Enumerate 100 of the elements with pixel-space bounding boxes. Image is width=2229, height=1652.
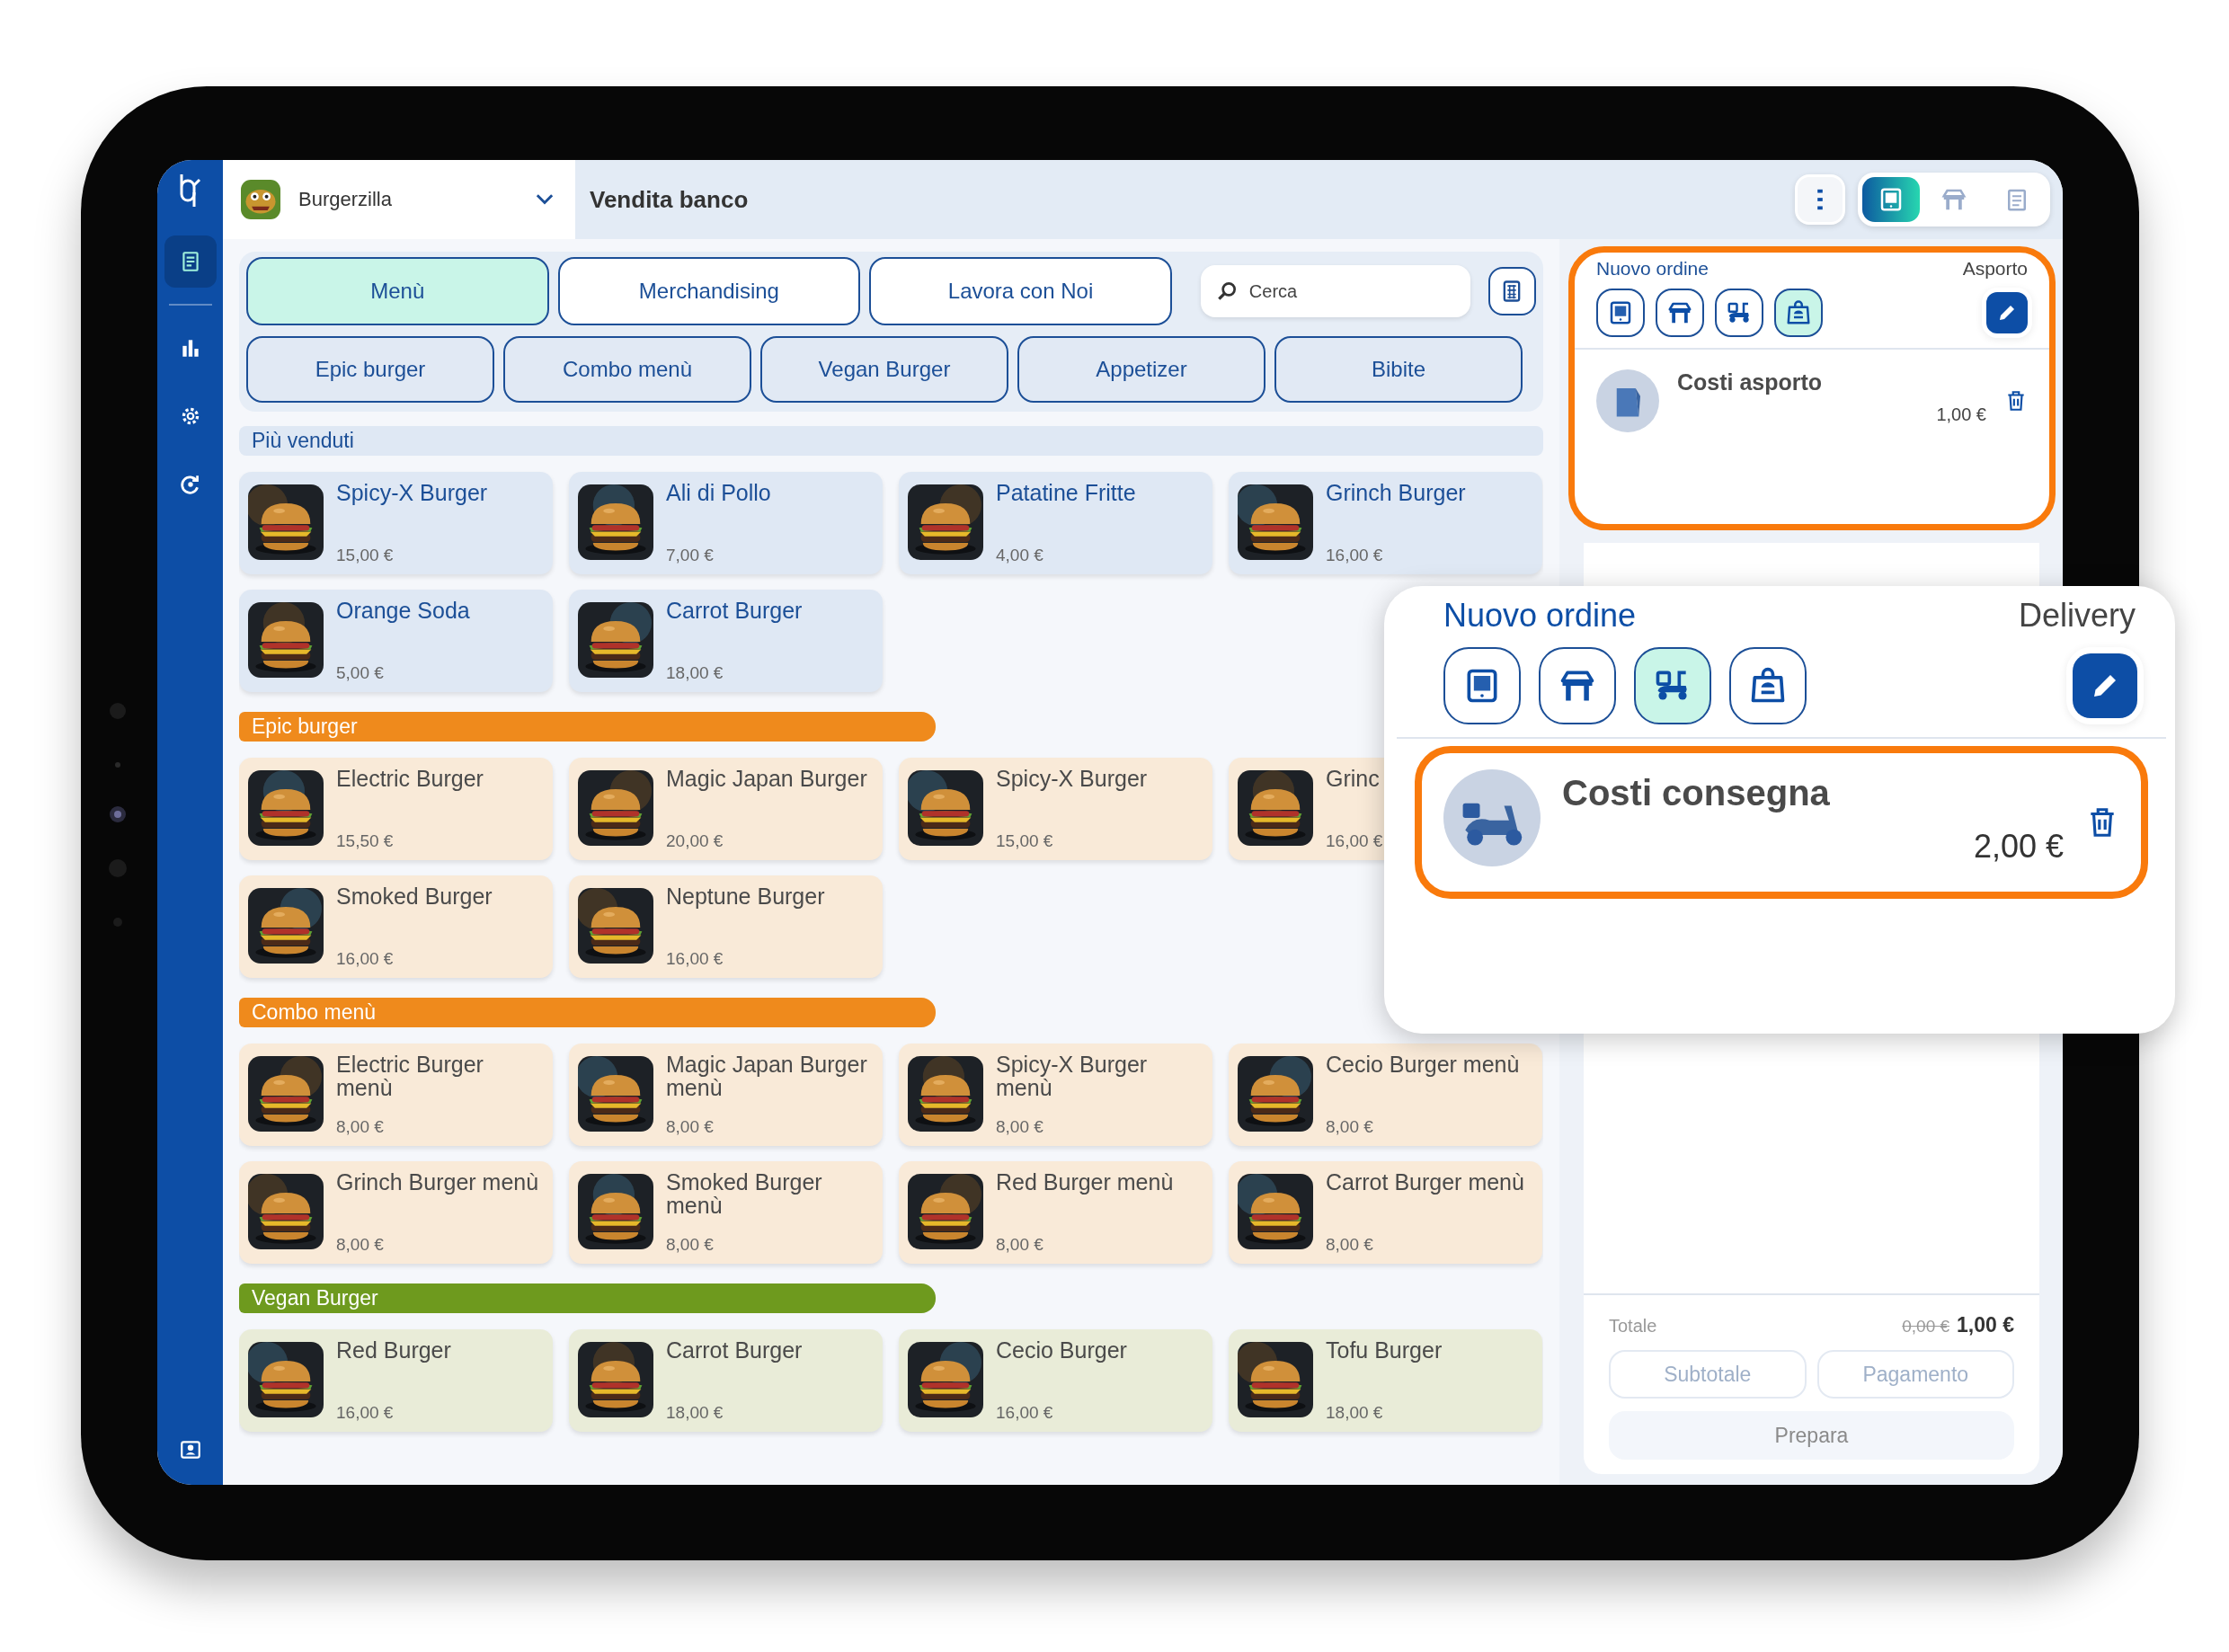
menu-button[interactable] xyxy=(1795,174,1845,225)
shopping-bag-icon xyxy=(1785,299,1812,326)
order-item-price: 1,00 € xyxy=(1936,404,1986,425)
order-type-button[interactable] xyxy=(1634,647,1711,724)
product-price: 20,00 € xyxy=(666,831,724,851)
product-name: Cecio Burger xyxy=(996,1338,1128,1363)
order-type-button[interactable] xyxy=(1715,289,1763,337)
category-tab[interactable]: Bibite xyxy=(1274,336,1523,403)
product-name: Grinc xyxy=(1326,767,1381,791)
product-price: 5,00 € xyxy=(336,663,385,683)
order-type-button[interactable] xyxy=(1656,289,1704,337)
product-card[interactable]: Tofu Burger 18,00 € xyxy=(1229,1329,1542,1432)
product-name: Spicy-X Burger xyxy=(336,481,489,505)
product-card[interactable]: Smoked Burger 16,00 € xyxy=(239,875,553,978)
product-card[interactable]: Carrot Burger menù 8,00 € xyxy=(1229,1161,1542,1264)
product-name: Cecio Burger menù xyxy=(1326,1052,1521,1077)
order-type-button[interactable] xyxy=(1729,647,1807,724)
product-price: 15,00 € xyxy=(996,831,1054,851)
product-price: 15,50 € xyxy=(336,831,395,851)
product-name: Carrot Burger xyxy=(666,1338,804,1363)
product-card[interactable]: Cecio Burger 16,00 € xyxy=(899,1329,1212,1432)
product-card[interactable]: Cecio Burger menù 8,00 € xyxy=(1229,1044,1542,1146)
product-name: Carrot Burger xyxy=(666,599,804,623)
product-price: 8,00 € xyxy=(1326,1235,1374,1255)
product-price: 16,00 € xyxy=(666,949,724,969)
product-name: Electric Burger menù xyxy=(336,1052,484,1100)
product-card[interactable]: Red Burger 16,00 € xyxy=(239,1329,553,1432)
product-card[interactable]: Orange Soda 5,00 € xyxy=(239,590,553,692)
product-price: 16,00 € xyxy=(1326,831,1384,851)
order-type-button[interactable] xyxy=(1774,289,1823,337)
old-total: 0,00 € xyxy=(1902,1317,1950,1337)
order-item-name: Costi consegna xyxy=(1562,773,1831,813)
product-name: Magic Japan Burger menù xyxy=(666,1052,868,1100)
menu-tab[interactable]: Merchandising xyxy=(557,257,861,325)
product-card[interactable]: Patatine Fritte 4,00 € xyxy=(899,472,1212,574)
product-price: 8,00 € xyxy=(996,1235,1044,1255)
page-title: Vendita banco xyxy=(590,185,750,214)
product-name: Orange Soda xyxy=(336,599,471,623)
order-item-name: Costi asporto xyxy=(1677,369,1824,395)
product-name: Grinch Burger menù xyxy=(336,1170,540,1195)
user-card-icon[interactable] xyxy=(178,1438,202,1461)
product-name: Ali di Pollo xyxy=(666,481,772,505)
product-card[interactable]: Red Burger menù 8,00 € xyxy=(899,1161,1212,1264)
product-name: Patatine Fritte xyxy=(996,481,1137,505)
product-name: Smoked Burger menù xyxy=(666,1170,823,1218)
shopping-bag-icon xyxy=(1596,369,1659,432)
product-card[interactable]: Electric Burger menù 8,00 € xyxy=(239,1044,553,1146)
section-header: Combo menù xyxy=(239,998,936,1027)
product-price: 18,00 € xyxy=(1326,1403,1384,1423)
product-card[interactable]: Magic Japan Burger 20,00 € xyxy=(569,758,883,860)
keypad-button[interactable] xyxy=(1487,267,1536,315)
product-card[interactable]: Spicy-X Burger 15,00 € xyxy=(899,758,1212,860)
product-price: 16,00 € xyxy=(1326,546,1384,565)
menu-tab[interactable]: Menù xyxy=(246,257,549,325)
product-name: Smoked Burger xyxy=(336,884,493,909)
product-card[interactable]: Carrot Burger 18,00 € xyxy=(569,1329,883,1432)
section-header: Epic burger xyxy=(239,712,936,742)
product-price: 16,00 € xyxy=(996,1403,1054,1423)
product-name: Spicy-X Burger menù xyxy=(996,1052,1149,1100)
order-type-button[interactable] xyxy=(1596,289,1645,337)
order-title: Nuovo ordine xyxy=(1443,597,1637,635)
product-card[interactable]: Grinch Burger menù 8,00 € xyxy=(239,1161,553,1264)
product-card[interactable]: Spicy-X Burger menù 8,00 € xyxy=(899,1044,1212,1146)
total-label: Totale xyxy=(1609,1316,1657,1337)
product-card[interactable]: Magic Japan Burger menù 8,00 € xyxy=(569,1044,883,1146)
product-price: 8,00 € xyxy=(336,1235,385,1255)
product-card[interactable]: Spicy-X Burger 15,00 € xyxy=(239,472,553,574)
product-name: Red Burger xyxy=(336,1338,452,1363)
sidebar-item[interactable] xyxy=(164,235,217,288)
view-tab[interactable] xyxy=(1862,177,1920,222)
product-name: Carrot Burger menù xyxy=(1326,1170,1525,1195)
total-amount: 1,00 € xyxy=(1957,1313,2014,1337)
product-name: Spicy-X Burger xyxy=(996,767,1149,791)
category-tab[interactable]: Vegan Burger xyxy=(760,336,1008,403)
category-tab[interactable]: Epic burger xyxy=(246,336,494,403)
product-price: 8,00 € xyxy=(666,1117,715,1137)
product-card[interactable]: Smoked Burger menù 8,00 € xyxy=(569,1161,883,1264)
store-logo-icon xyxy=(241,180,280,219)
product-card[interactable]: Ali di Pollo 7,00 € xyxy=(569,472,883,574)
menu-tab[interactable]: Lavora con Noi xyxy=(869,257,1172,325)
order-type-button[interactable] xyxy=(1539,647,1616,724)
order-type-button[interactable] xyxy=(1443,647,1521,724)
category-tab[interactable]: Appetizer xyxy=(1017,336,1265,403)
product-card[interactable]: Neptune Burger 16,00 € xyxy=(569,875,883,978)
product-card[interactable]: Carrot Burger 18,00 € xyxy=(569,590,883,692)
product-name: Electric Burger xyxy=(336,767,484,791)
order-title: Nuovo ordine xyxy=(1596,258,1709,280)
product-card[interactable]: Electric Burger 15,50 € xyxy=(239,758,553,860)
product-price: 8,00 € xyxy=(1326,1117,1374,1137)
product-price: 15,00 € xyxy=(336,546,395,565)
product-card[interactable]: Grinch Burger 16,00 € xyxy=(1229,472,1542,574)
product-price: 7,00 € xyxy=(666,546,715,565)
store-dropdown[interactable]: Burgerzilla xyxy=(223,160,575,239)
order-mode: Asporto xyxy=(1962,258,2028,280)
order-item-price: 2,00 € xyxy=(1973,828,2064,866)
category-tab[interactable]: Combo menù xyxy=(503,336,751,403)
product-name: Magic Japan Burger xyxy=(666,767,868,791)
product-price: 18,00 € xyxy=(666,663,724,683)
search-field[interactable]: Cerca xyxy=(1200,265,1470,317)
section-header: Vegan Burger xyxy=(239,1283,936,1313)
